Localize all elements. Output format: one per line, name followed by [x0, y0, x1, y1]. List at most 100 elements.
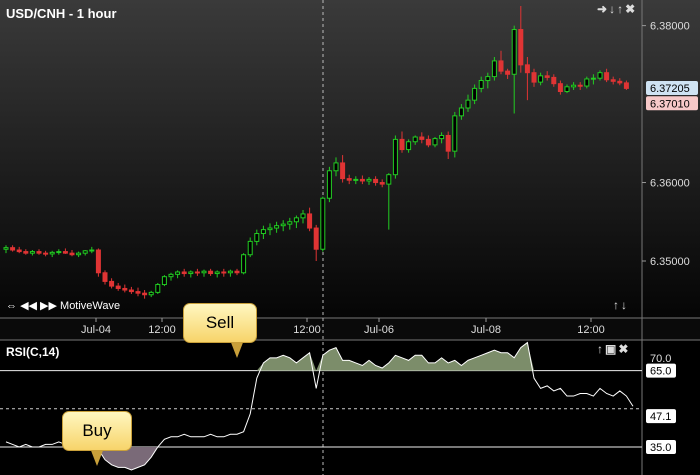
candle-body — [379, 182, 385, 185]
candle-body — [392, 138, 398, 176]
candle-body — [584, 78, 590, 87]
candle-body — [538, 75, 544, 83]
candle-body — [208, 270, 214, 275]
candle-body — [280, 223, 286, 227]
candle-body — [478, 80, 484, 89]
candle-body — [564, 86, 570, 93]
candle-body — [353, 178, 359, 181]
time-tick-label: Jul-04 — [81, 324, 111, 336]
candle-body — [89, 249, 95, 252]
candle-body — [234, 270, 240, 274]
candle-body — [287, 221, 293, 225]
candle-body — [181, 271, 187, 275]
candle-body — [610, 79, 616, 82]
candle-body — [320, 197, 326, 250]
candle-body — [175, 271, 181, 275]
candle-body — [597, 72, 603, 79]
bid-price-tag: 6.37010 — [650, 98, 690, 110]
candle-body — [458, 107, 464, 117]
candle-body — [465, 99, 471, 109]
candle-body — [359, 178, 365, 182]
candle-body — [518, 29, 524, 66]
arrow-down-icon[interactable]: ↓ — [609, 2, 617, 16]
rsi-tick-70: 70.0 — [650, 353, 671, 365]
close-icon[interactable]: ✖ — [618, 342, 630, 356]
candle-body — [260, 229, 266, 235]
arrow-up-icon[interactable]: ↑ — [597, 342, 605, 356]
scroll-down-icon[interactable]: ↓ — [621, 298, 629, 312]
candle-body — [340, 162, 346, 180]
price-panel-title: USD/CNH - 1 hour — [6, 6, 117, 21]
candle-body — [366, 178, 372, 182]
candle-body — [267, 227, 273, 231]
price-panel-background — [0, 0, 700, 318]
price-tick-label: 6.35000 — [650, 256, 690, 268]
candle-body — [623, 82, 629, 89]
candle-body — [49, 251, 55, 255]
candle-body — [571, 84, 577, 88]
time-tick-label: 12:00 — [293, 324, 321, 336]
candle-body — [155, 284, 161, 293]
candle-body — [36, 251, 42, 254]
candle-body — [194, 271, 200, 274]
candle-body — [346, 178, 352, 181]
current-price-tag: 6.37205 — [650, 83, 690, 95]
candle-body — [557, 83, 563, 93]
maximize-icon[interactable]: ▣ — [605, 342, 618, 356]
candle-body — [524, 64, 530, 74]
candle-body — [617, 80, 623, 84]
candle-body — [485, 76, 491, 82]
candle-body — [62, 251, 68, 254]
candle-body — [577, 84, 583, 87]
candle-body — [214, 271, 220, 275]
candle-body — [148, 291, 154, 296]
candle-body — [333, 162, 339, 172]
candle-body — [115, 285, 121, 289]
candle-body — [425, 138, 431, 146]
candle-body — [373, 178, 379, 184]
time-tick-label: Jul-08 — [471, 324, 501, 336]
candle-body — [102, 272, 108, 282]
candle-body — [439, 134, 445, 140]
candle-body — [544, 75, 550, 78]
rewind-icon[interactable]: ◀◀ — [20, 300, 37, 312]
price-tick-label: 6.36000 — [650, 178, 690, 190]
candle-body — [406, 141, 412, 151]
candle-body — [399, 138, 405, 151]
sell-callout: Sell — [183, 303, 257, 343]
candle-body — [505, 70, 511, 75]
candle-body — [128, 289, 134, 293]
price-panel-icons: ➜↓↑✖ — [597, 2, 637, 16]
candle-body — [23, 251, 29, 254]
candle-body — [386, 174, 392, 185]
close-icon[interactable]: ✖ — [625, 2, 637, 16]
arrow-up-icon[interactable]: ↑ — [617, 2, 625, 16]
rsi-tick-65: 65.0 — [650, 366, 671, 378]
arrow-right-icon[interactable]: ➜ — [597, 2, 609, 16]
candle-body — [16, 249, 22, 253]
candle-body — [142, 292, 148, 296]
candle-body — [531, 72, 537, 83]
candle-body — [604, 72, 610, 81]
candle-body — [109, 280, 115, 287]
candle-body — [82, 250, 88, 254]
forward-icon[interactable]: ▶▶ — [40, 300, 57, 312]
candle-body — [188, 271, 194, 275]
rsi-panel-title: RSI(C,14) — [6, 345, 60, 359]
rsi-panel-icons: ↑▣✖ — [597, 342, 630, 356]
chart-canvas[interactable]: 6.35000 6.36000 6.38000 6.37205 6.37010 Jul-0… — [0, 0, 700, 475]
candle-body — [419, 136, 425, 140]
candle-body — [498, 60, 504, 72]
candle-body — [56, 251, 62, 254]
candle-body — [135, 291, 141, 294]
candle-body — [43, 252, 49, 255]
candle-body — [69, 252, 75, 256]
candle-body — [445, 134, 451, 152]
pan-left-icon[interactable]: ⇔ — [6, 300, 17, 312]
candle-body — [307, 213, 313, 229]
price-scroll-icons: ↑↓ — [613, 298, 629, 312]
candle-body — [313, 227, 319, 250]
buy-callout: Buy — [62, 411, 132, 451]
brand-text: MotiveWave — [60, 300, 121, 312]
scroll-up-icon[interactable]: ↑ — [613, 298, 621, 312]
